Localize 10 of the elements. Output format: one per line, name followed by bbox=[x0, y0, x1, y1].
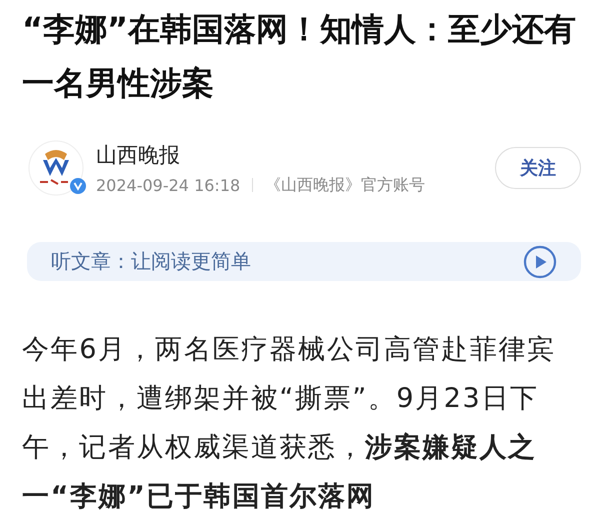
listen-bar[interactable]: 听文章：让阅读更简单 bbox=[27, 242, 581, 281]
article-paragraph: 今年6月，两名医疗器械公司高管赴菲律宾出差时，遭绑架并被“撕票”。9月23日下午，记者从权威渠道获悉，涉案嫌疑人之一“李娜”已于韩国首尔落网 bbox=[22, 333, 557, 514]
logo-icon bbox=[28, 140, 84, 196]
follow-button[interactable]: 关注 bbox=[495, 147, 581, 189]
account-label: 《山西晚报》官方账号 bbox=[265, 174, 426, 196]
listen-label: 听文章：让阅读更简单 bbox=[51, 248, 251, 275]
play-icon[interactable] bbox=[523, 244, 557, 278]
publish-date: 2024-09-24 16:18 bbox=[96, 176, 240, 194]
author-name: 山西晚报 bbox=[96, 142, 181, 168]
article-headline: “李娜”在韩国落网！知情人：至少还有一名男性涉案 bbox=[22, 9, 578, 104]
